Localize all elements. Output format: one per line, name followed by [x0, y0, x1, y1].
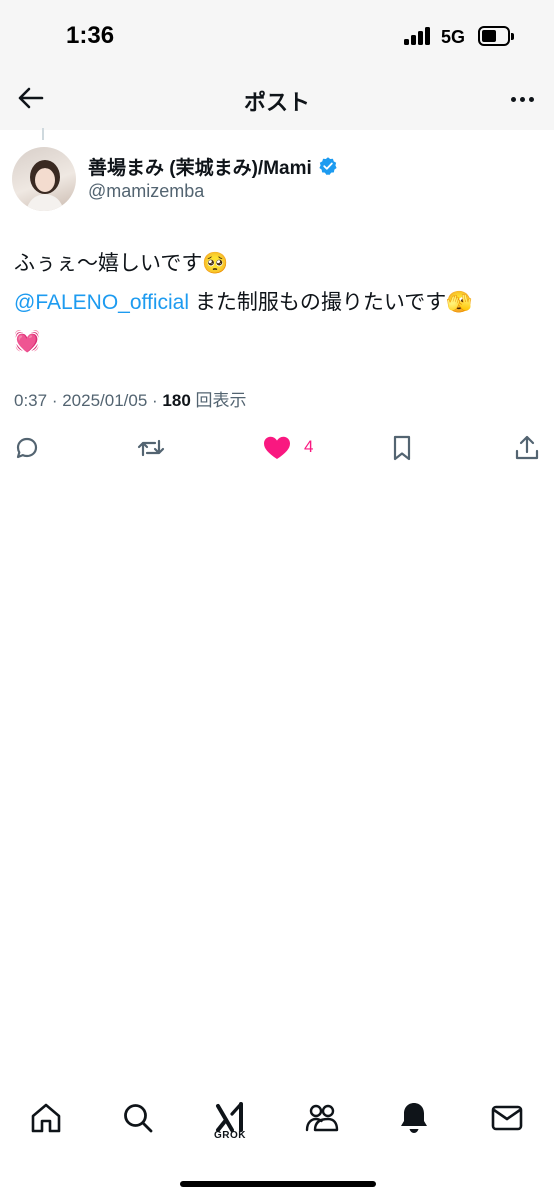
tweet-line-1: ふぅぇ〜嬉しいです🥺	[14, 252, 229, 275]
reply-button[interactable]	[13, 432, 45, 464]
repost-icon	[137, 439, 165, 457]
tweet-time: 0:37	[14, 391, 48, 410]
thread-line	[42, 128, 44, 140]
like-button[interactable]	[262, 432, 294, 464]
tweet-line-2: @FALENO_official また制服もの撮りたいです🫣	[14, 283, 540, 322]
more-dots-icon	[510, 96, 516, 102]
share-button[interactable]	[513, 432, 545, 464]
header: ポスト	[0, 70, 554, 130]
nav-home[interactable]	[26, 1098, 66, 1138]
home-indicator	[180, 1181, 376, 1187]
nav-messages[interactable]	[487, 1098, 527, 1138]
views-label: 回表示	[195, 391, 247, 410]
heart-filled-icon	[264, 436, 290, 459]
home-icon	[31, 1103, 61, 1133]
tweet-actions	[0, 428, 554, 468]
mention-link[interactable]: @FALENO_official	[14, 291, 189, 314]
like-count: 4	[304, 437, 314, 456]
tweet-date: 2025/01/05	[62, 391, 148, 410]
communities-icon	[305, 1104, 339, 1132]
bookmark-icon	[393, 435, 411, 461]
author-handle[interactable]: @mamizemba	[88, 181, 204, 202]
search-icon	[124, 1104, 153, 1133]
tweet-line-3: 💓	[14, 330, 41, 353]
bell-icon	[401, 1103, 427, 1133]
more-options-button[interactable]	[506, 84, 538, 114]
views-count[interactable]: 180	[162, 391, 190, 410]
network-label: 5G	[441, 27, 466, 47]
nav-search[interactable]	[118, 1098, 158, 1138]
signal-icon	[404, 27, 434, 45]
page-title: ポスト	[243, 90, 310, 115]
repost-button[interactable]	[135, 432, 167, 464]
reply-icon	[16, 437, 38, 459]
bottom-nav	[0, 1090, 554, 1150]
author-name-row[interactable]: 善場まみ (茉城まみ)/Mami	[88, 153, 338, 179]
share-icon	[515, 435, 539, 460]
status-time: 1:36	[66, 22, 115, 49]
tweet-text: ふぅぇ〜嬉しいです🥺 @FALENO_official また制服もの撮りたいです…	[14, 244, 540, 361]
mail-icon	[491, 1105, 523, 1131]
nav-communities[interactable]	[302, 1098, 342, 1138]
status-bar: 1:36 5G	[0, 0, 554, 70]
tweet-line-2-text: また制服もの撮りたいです🫣	[189, 291, 473, 314]
avatar[interactable]	[12, 147, 76, 211]
nav-notifications[interactable]	[394, 1098, 434, 1138]
battery-icon	[478, 26, 514, 46]
verified-badge-icon	[319, 157, 337, 175]
grok-label: GROK	[214, 1130, 246, 1141]
display-name[interactable]: 善場まみ (茉城まみ)/Mami	[88, 153, 312, 180]
bookmark-button[interactable]	[388, 432, 420, 464]
tweet-meta: 0:37 · 2025/01/05 · 180 回表示	[14, 391, 247, 410]
